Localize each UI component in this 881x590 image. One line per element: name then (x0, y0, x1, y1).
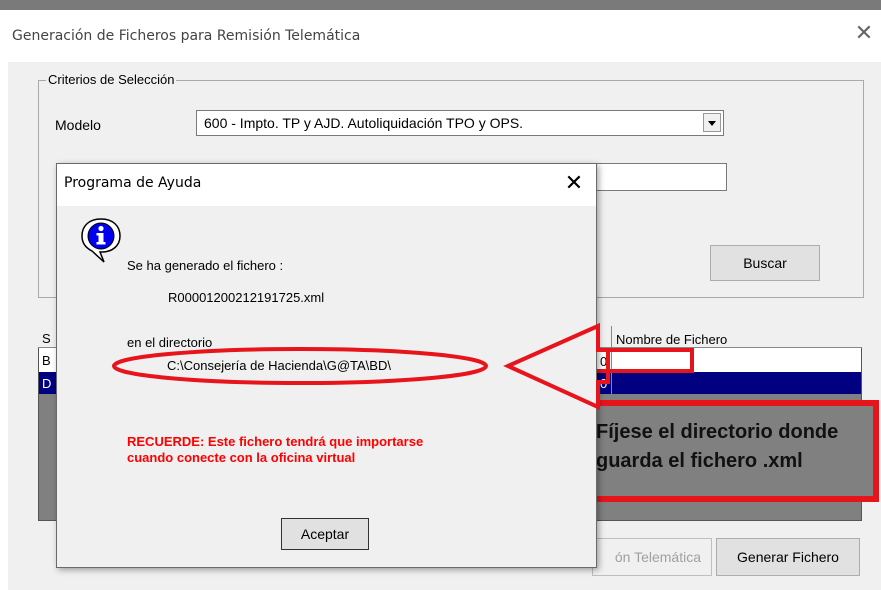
table-cell: D (42, 376, 52, 391)
main-window-title: Generación de Ficheros para Remisión Tel… (12, 28, 361, 44)
main-close-icon[interactable]: ✕ (852, 22, 876, 46)
chevron-down-icon (708, 121, 716, 126)
modelo-selected-value: 600 - Impto. TP y AJD. Autoliquidación T… (204, 115, 524, 131)
column-header-first[interactable]: S (42, 331, 51, 346)
buscar-button[interactable]: Buscar (710, 245, 820, 281)
table-cell: B (42, 353, 51, 368)
aceptar-button[interactable]: Aceptar (281, 518, 369, 550)
table-cell: 0 (600, 376, 608, 391)
message-directory-path: C:\Consejería de Hacienda\G@TA\BD\ (167, 358, 391, 373)
remision-telematica-button[interactable]: ón Telemática (592, 538, 712, 576)
window-top-border (0, 0, 881, 10)
warning-line-2: cuando conecte con la oficina virtual (127, 450, 356, 465)
dialog-title: Programa de Ayuda (64, 175, 202, 191)
criteria-legend: Criterios de Selección (46, 72, 177, 87)
header-separator[interactable] (611, 326, 612, 348)
message-generated: Se ha generado el fichero : (127, 258, 284, 273)
generar-fichero-button[interactable]: Generar Fichero (716, 538, 860, 576)
message-directory-label: en el directorio (127, 335, 213, 350)
info-icon (80, 216, 122, 267)
message-filename: R00001200212191725.xml (168, 290, 325, 305)
warning-line-1: RECUERDE: Este fichero tendrá que import… (127, 434, 424, 449)
annotation-text: Fíjese el directorio donde guarda el fic… (596, 418, 838, 476)
annotation-line-2: guarda el fichero .xml (596, 450, 803, 472)
dialog-close-icon[interactable]: ✕ (562, 171, 586, 197)
annotation-line-1: Fíjese el directorio donde (596, 421, 839, 443)
modelo-label: Modelo (55, 117, 101, 133)
annotation-highlight-box (586, 348, 694, 373)
column-header-nombre-fichero[interactable]: Nombre de Fichero (616, 332, 727, 347)
window-left-border (4, 62, 8, 590)
message-warning: RECUERDE: Este fichero tendrá que import… (127, 434, 567, 466)
